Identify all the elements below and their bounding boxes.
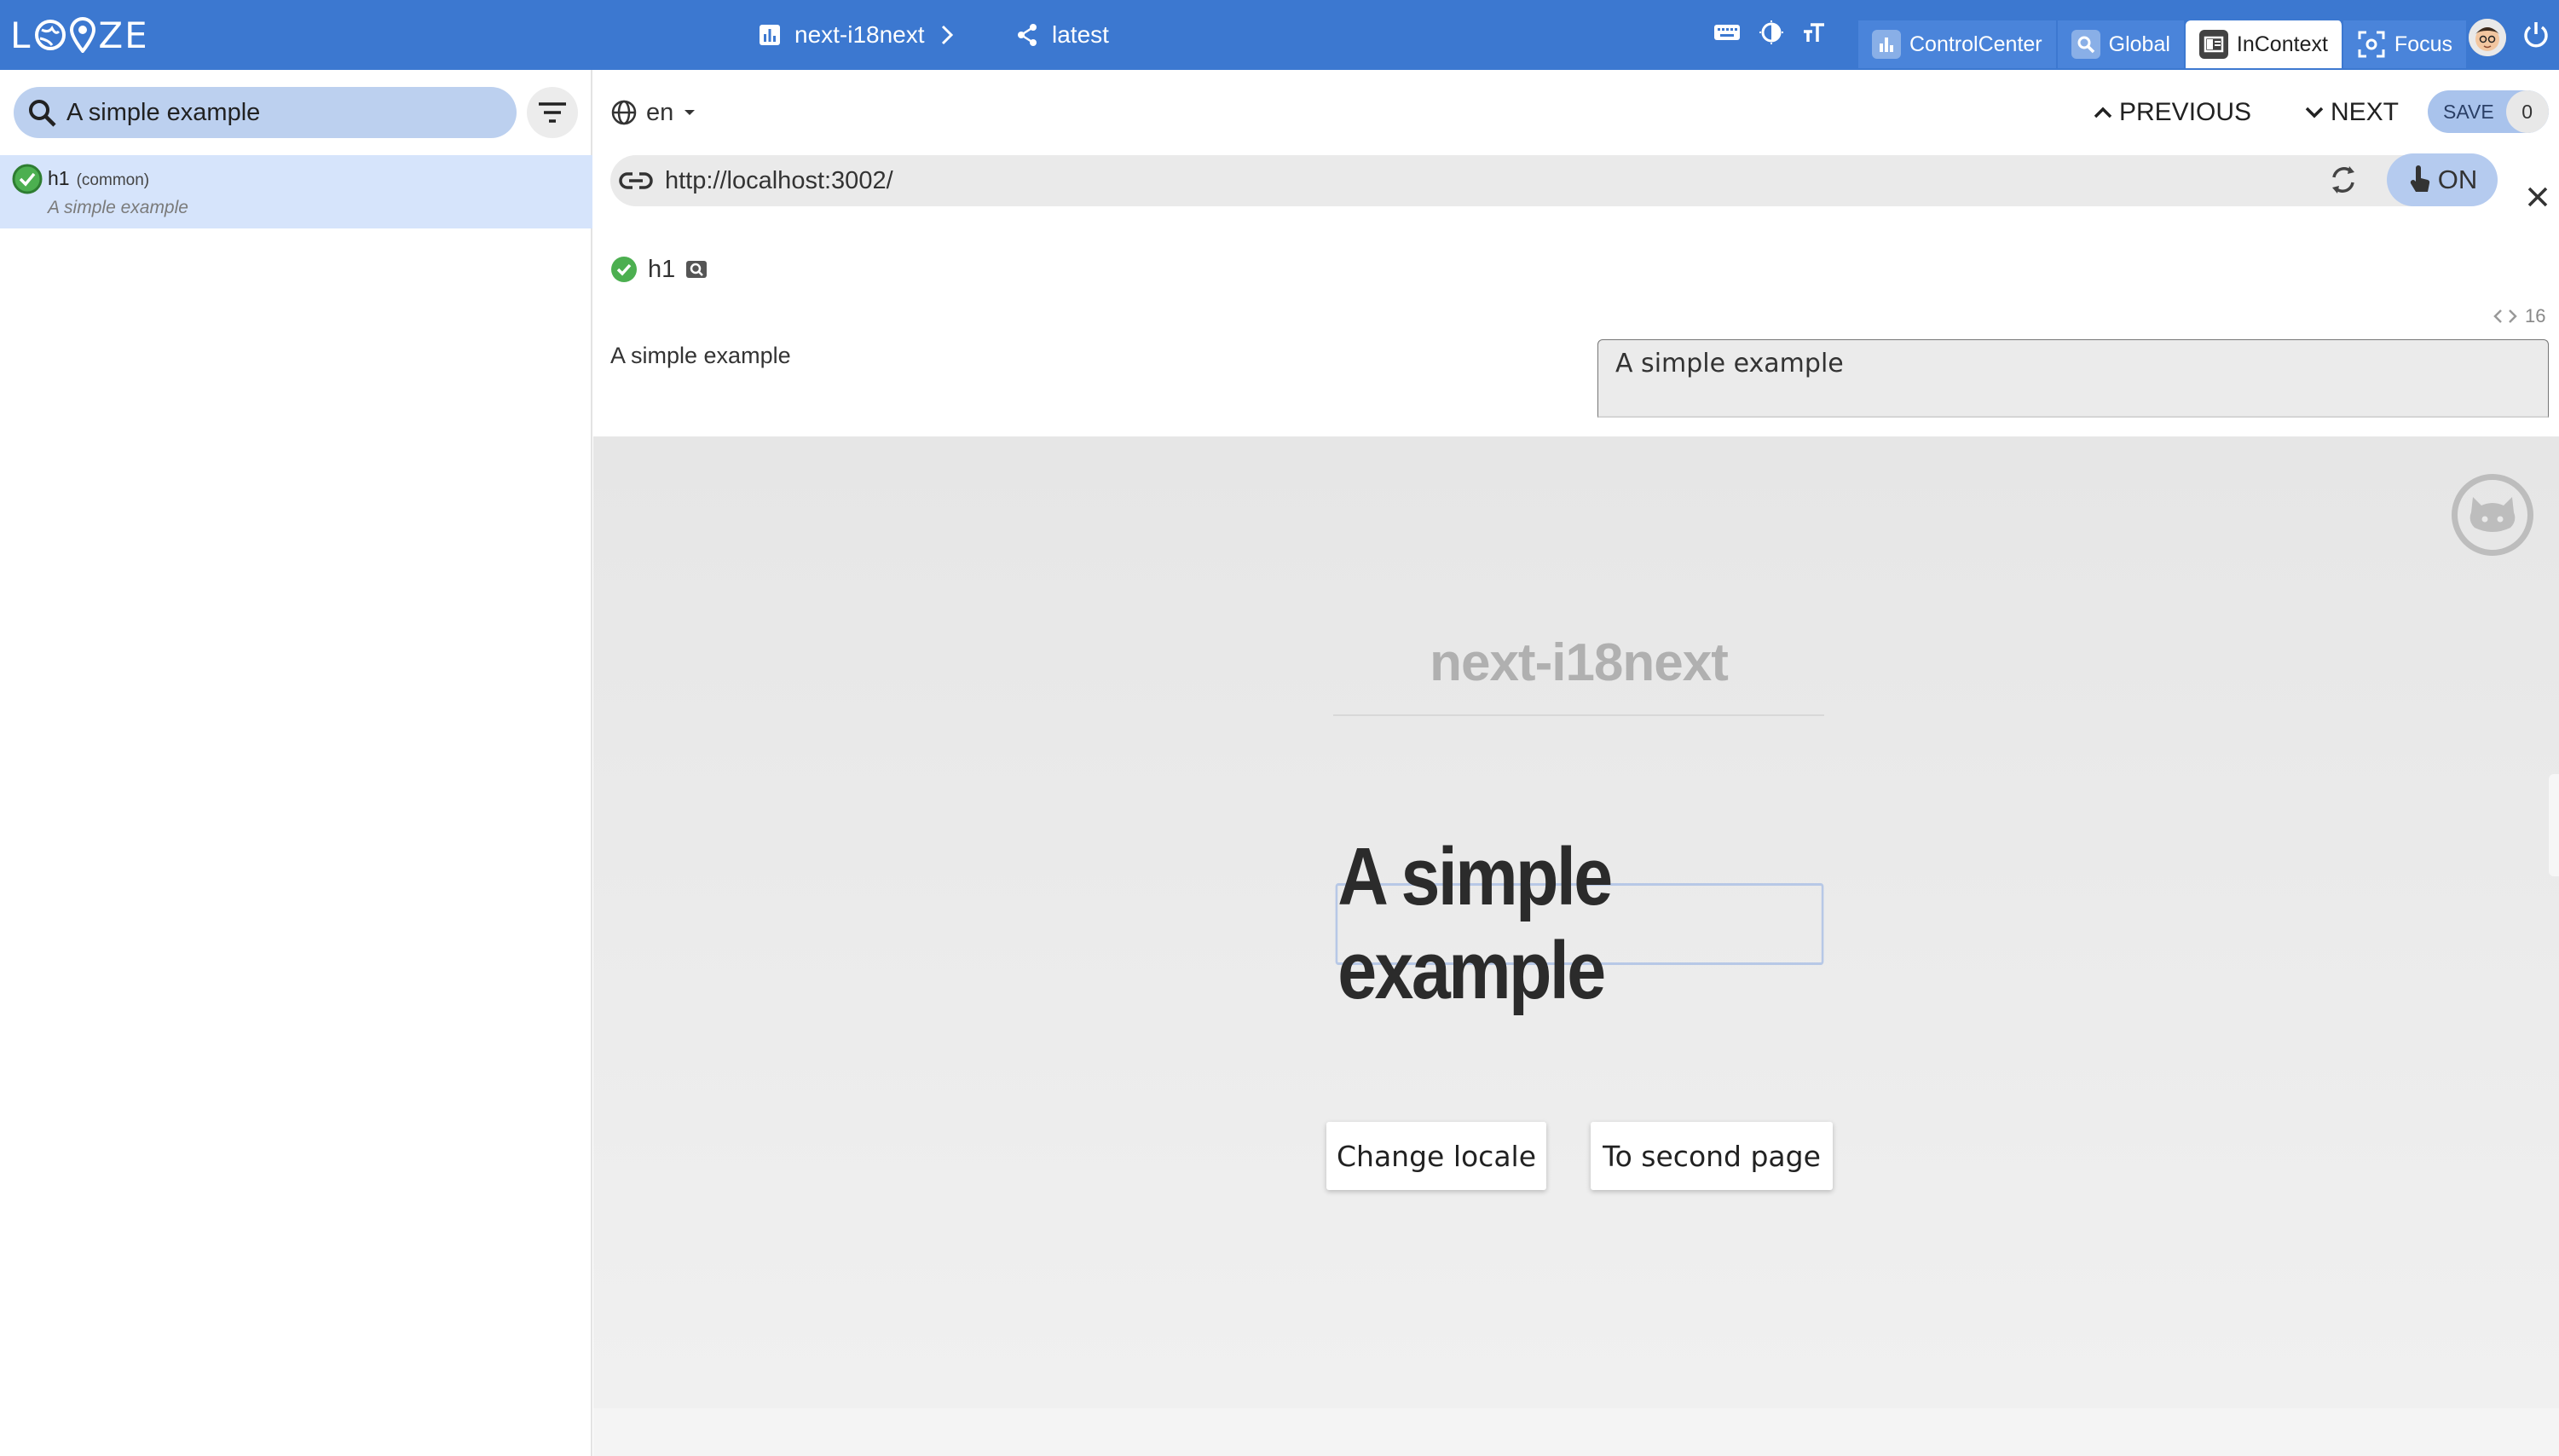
logout-button[interactable] [2521, 20, 2550, 54]
key-namespace: (common) [76, 171, 150, 189]
project-name: next-i18next [794, 21, 925, 48]
next-label: NEXT [2331, 98, 2400, 126]
text-size-icon[interactable] [1802, 21, 1826, 43]
check-circle-icon [611, 257, 637, 282]
mode-global[interactable]: Global [2057, 20, 2186, 68]
previous-button[interactable]: PREVIOUS [2092, 94, 2251, 131]
url-input[interactable] [665, 166, 2370, 195]
focus-icon [2357, 30, 2386, 59]
key-value: A simple example [48, 198, 188, 217]
user-avatar[interactable] [2469, 19, 2506, 56]
toggle-label: ON [2437, 165, 2478, 194]
caret-down-icon [685, 110, 696, 115]
pin-logo-icon [70, 17, 96, 53]
github-icon[interactable] [2452, 474, 2533, 556]
key-label: h1 (common) [48, 167, 149, 190]
project-breadcrumb[interactable]: next-i18next [759, 17, 956, 53]
mode-label: InContext [2236, 32, 2328, 56]
key-search [14, 87, 517, 138]
logo-letters: ZE [98, 14, 149, 56]
search-icon [2071, 30, 2100, 59]
touch-icon [2410, 165, 2429, 192]
share-icon [1018, 24, 1037, 46]
topbar-tools [1713, 20, 1826, 44]
mode-label: ControlCenter [1909, 32, 2042, 56]
search-input[interactable] [66, 98, 510, 127]
reference-value: A simple example [610, 343, 791, 368]
locize-logo[interactable]: L ZE [10, 14, 149, 56]
top-bar: L ZE next-i18next latest ControlCenter G… [0, 0, 2559, 70]
second-page-button[interactable]: To second page [1591, 1122, 1833, 1190]
close-icon [2527, 187, 2548, 207]
layout-icon [2198, 30, 2228, 59]
site-title: next-i18next [1430, 633, 1729, 692]
page-headline[interactable]: A simple example [1335, 831, 1824, 1016]
incontext-toggle[interactable]: ON [2387, 153, 2498, 206]
language-select[interactable]: en [610, 95, 697, 130]
url-bar [610, 155, 2481, 206]
sync-icon [2332, 166, 2354, 194]
list-item[interactable]: h1 (common) A simple example [0, 155, 592, 228]
check-circle-icon [12, 164, 43, 199]
logo-letter: L [10, 14, 32, 56]
chevron-down-icon [2305, 107, 2324, 118]
change-locale-button[interactable]: Change locale [1326, 1122, 1546, 1190]
code-icon [2493, 309, 2517, 323]
chevron-right-icon [941, 25, 953, 45]
next-button[interactable]: NEXT [2303, 94, 2399, 131]
close-button[interactable] [2527, 186, 2549, 212]
globe-icon [611, 100, 637, 125]
char-count-value: 16 [2525, 305, 2546, 326]
language-code: en [646, 98, 674, 126]
key-name: h1 [48, 167, 70, 189]
mode-label: Global [2108, 32, 2170, 56]
edited-key-name: h1 [648, 255, 676, 283]
chart-icon [760, 25, 780, 45]
chevron-up-icon [2094, 107, 2112, 118]
edited-key: h1 [610, 254, 708, 285]
translation-input[interactable]: A simple example [1597, 339, 2549, 418]
filter-icon [539, 102, 566, 123]
search-in-page-icon[interactable] [685, 259, 708, 280]
filter-button[interactable] [527, 87, 578, 138]
key-sidebar: h1 (common) A simple example [0, 70, 592, 1456]
title-divider [1333, 714, 1824, 716]
power-icon [2524, 22, 2548, 48]
search-icon [29, 100, 56, 127]
previous-label: PREVIOUS [2119, 98, 2252, 126]
mode-switcher: ControlCenter Global InContext Focus [1858, 20, 2467, 68]
chart-icon [1872, 30, 1901, 59]
save-label: SAVE [2443, 100, 2494, 123]
version-breadcrumb[interactable]: latest [1016, 17, 1109, 53]
keyboard-icon[interactable] [1713, 22, 1741, 43]
mode-label: Focus [2394, 32, 2453, 56]
version-name: latest [1052, 21, 1109, 48]
save-button[interactable]: SAVE 0 [2428, 90, 2549, 133]
mode-incontext[interactable]: InContext [2185, 20, 2343, 68]
link-icon [619, 172, 653, 189]
contrast-icon[interactable] [1759, 20, 1783, 44]
save-count-badge: 0 [2505, 90, 2549, 133]
char-count: 16 [2493, 305, 2545, 327]
globe-logo-icon [35, 20, 66, 50]
mode-focus[interactable]: Focus [2342, 20, 2467, 68]
mode-controlcenter[interactable]: ControlCenter [1858, 20, 2058, 68]
reload-button[interactable] [2327, 164, 2360, 200]
preview-footer [593, 1408, 2559, 1456]
side-tab[interactable] [2549, 774, 2559, 876]
